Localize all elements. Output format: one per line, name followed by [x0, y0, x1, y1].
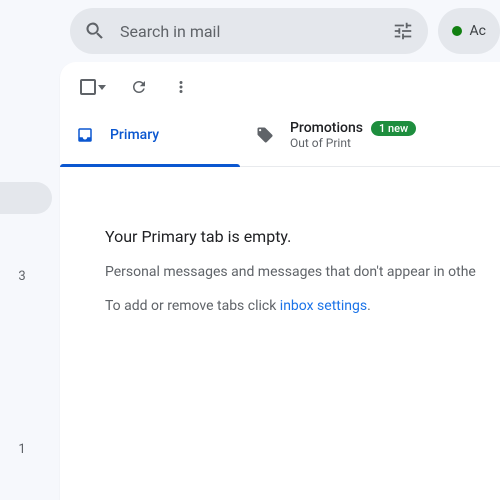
- search-placeholder: Search in mail: [120, 22, 392, 41]
- empty-action-suffix: .: [367, 298, 371, 314]
- sidebar-count-1: 3: [0, 269, 60, 284]
- sidebar-active-item[interactable]: [0, 182, 52, 214]
- sidebar-count-2: 1: [0, 442, 60, 457]
- tab-promotions-sub: Out of Print: [290, 136, 416, 150]
- tab-primary[interactable]: Primary: [60, 104, 240, 166]
- checkbox-icon: [80, 79, 96, 95]
- tab-primary-label: Primary: [110, 127, 159, 143]
- select-all-checkbox[interactable]: [80, 79, 106, 95]
- tabs: Primary Promotions 1 new Out of Print: [60, 104, 500, 167]
- search-bar[interactable]: Search in mail: [70, 8, 428, 54]
- content-panel: Primary Promotions 1 new Out of Print Yo…: [60, 62, 500, 500]
- status-label: Ac: [470, 23, 486, 39]
- tab-promotions[interactable]: Promotions 1 new Out of Print: [240, 104, 432, 166]
- badge-new: 1 new: [371, 121, 416, 136]
- search-icon: [84, 20, 106, 42]
- tab-promotions-label: Promotions: [290, 120, 363, 136]
- status-pill[interactable]: Ac: [438, 8, 500, 54]
- tune-icon[interactable]: [392, 20, 414, 42]
- status-dot-icon: [452, 26, 462, 36]
- inbox-settings-link[interactable]: inbox settings: [280, 298, 367, 314]
- more-button[interactable]: [172, 78, 190, 96]
- empty-title: Your Primary tab is empty.: [105, 227, 500, 246]
- chevron-down-icon: [98, 85, 106, 90]
- sidebar: 3 1: [0, 62, 60, 500]
- inbox-icon: [76, 126, 94, 144]
- empty-subtitle: Personal messages and messages that don'…: [105, 264, 500, 280]
- toolbar: [60, 62, 500, 104]
- empty-action-prefix: To add or remove tabs click: [105, 298, 280, 314]
- refresh-button[interactable]: [130, 78, 148, 96]
- empty-action: To add or remove tabs click inbox settin…: [105, 298, 500, 314]
- tag-icon: [256, 126, 274, 144]
- empty-state: Your Primary tab is empty. Personal mess…: [60, 167, 500, 314]
